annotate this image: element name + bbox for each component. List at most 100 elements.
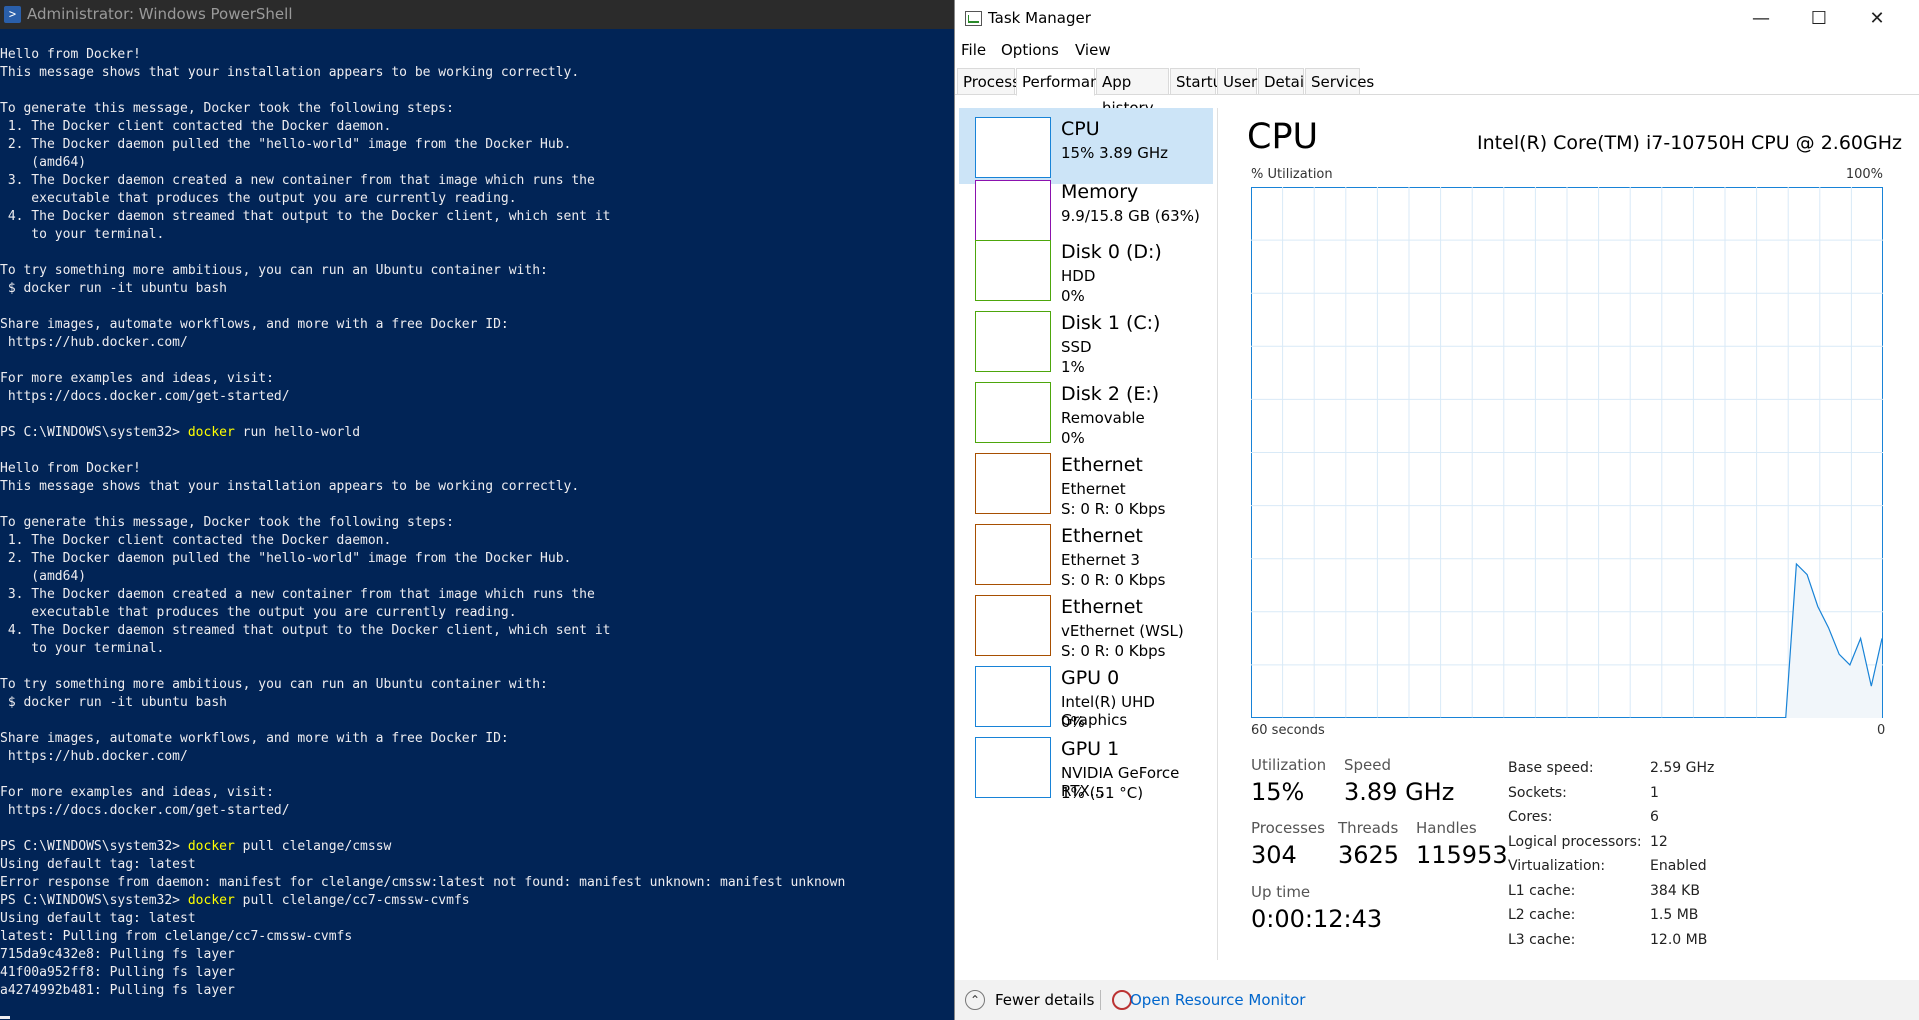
console-line: Using default tag: latest [0, 911, 196, 926]
sidebar-thumbnail-graph [975, 240, 1051, 301]
cpu-detail-value: 384 KB [1650, 882, 1700, 899]
sidebar-item-gpu-1[interactable]: GPU 1 NVIDIA GeForce RTX... 1% (51 °C) [959, 728, 1213, 804]
tab-app-history[interactable]: App history [1096, 68, 1169, 117]
console-line: $ docker run -it ubuntu bash [0, 281, 227, 296]
sidebar-thumbnail-graph [975, 595, 1051, 656]
console-line: Using default tag: latest [0, 857, 196, 872]
powershell-console[interactable]: Hello from Docker! This message shows tha… [0, 46, 954, 1000]
handles-value: 115953 [1416, 841, 1508, 869]
graph-max-label: 100% [1845, 167, 1883, 182]
menu-options[interactable]: Options [1001, 41, 1059, 59]
sidebar-item-title: Ethernet [1061, 525, 1143, 547]
sidebar-item-ethernet[interactable]: Ethernet Ethernet S: 0 R: 0 Kbps [959, 444, 1213, 520]
footer-separator [1100, 990, 1101, 1010]
tab-details[interactable]: Details [1258, 68, 1316, 95]
sidebar-item-title: GPU 0 [1061, 667, 1120, 689]
console-line: Error response from daemon: manifest for… [0, 875, 846, 890]
sidebar-item-detail: 1% (51 °C) [1061, 784, 1144, 802]
cpu-detail-value: 2.59 GHz [1650, 760, 1715, 776]
open-resource-monitor-link[interactable]: Open Resource Monitor [1130, 991, 1305, 1009]
sidebar-item-detail: 15% 3.89 GHz [1061, 144, 1169, 162]
task-manager-footer: ⌃ Fewer details Open Resource Monitor [955, 980, 1919, 1020]
graph-grid [1251, 187, 1883, 718]
uptime-value: 0:00:12:43 [1251, 905, 1383, 933]
sidebar-item-gpu-0[interactable]: GPU 0 Intel(R) UHD Graphics 0% [959, 657, 1213, 733]
console-line: Share images, automate workflows, and mo… [0, 731, 509, 746]
tab-performance[interactable]: Performance [1016, 68, 1117, 96]
sidebar-thumbnail-graph [975, 453, 1051, 514]
tab-users[interactable]: Users [1217, 68, 1265, 95]
cpu-detail-value: 1.5 MB [1650, 907, 1699, 923]
minimize-button[interactable]: — [1732, 0, 1790, 38]
sidebar-item-ethernet[interactable]: Ethernet Ethernet 3 S: 0 R: 0 Kbps [959, 515, 1213, 591]
console-line: To try something more ambitious, you can… [0, 263, 548, 278]
sidebar-item-title: Ethernet [1061, 454, 1143, 476]
utilization-value: 15% [1251, 778, 1305, 806]
graph-x-axis-left: 60 seconds [1251, 723, 1325, 738]
sidebar-item-detail: 9.9/15.8 GB (63%) [1061, 207, 1200, 225]
sidebar-thumbnail-graph [975, 524, 1051, 585]
handles-label: Handles [1416, 819, 1477, 837]
console-line: 41f00a952ff8: Pulling fs layer [0, 965, 235, 980]
console-line: latest: Pulling from clelange/cc7-cmssw-… [0, 929, 353, 944]
resource-sidebar: CPU 15% 3.89 GHz Memory 9.9/15.8 GB (63%) Di… [959, 108, 1213, 960]
threads-value: 3625 [1338, 841, 1400, 869]
processes-value: 304 [1251, 841, 1297, 869]
sidebar-thumbnail-graph [975, 117, 1051, 178]
cpu-detail-value: Enabled [1650, 858, 1707, 874]
console-line: 4. The Docker daemon streamed that outpu… [0, 209, 611, 224]
tab-startup[interactable]: Startup [1170, 68, 1232, 95]
close-button[interactable]: ✕ [1848, 0, 1906, 38]
console-line: PS C:\WINDOWS\system32> docker pull clel… [0, 892, 954, 910]
fewer-details-button[interactable]: Fewer details [995, 991, 1094, 1009]
graph-utilization-label: % Utilization [1251, 167, 1333, 182]
powershell-window[interactable]: > Administrator: Windows PowerShell Hell… [0, 0, 954, 1020]
tab-processes[interactable]: Processes [957, 68, 1037, 95]
sidebar-thumbnail-graph [975, 382, 1051, 443]
console-command-args: run hello-world [234, 425, 361, 440]
menu-view[interactable]: View [1075, 41, 1111, 59]
sidebar-thumbnail-graph [975, 666, 1051, 727]
sidebar-thumbnail-graph [975, 737, 1051, 798]
console-line: For more examples and ideas, visit: [0, 371, 274, 386]
sidebar-item-ethernet[interactable]: Ethernet vEthernet (WSL) S: 0 R: 0 Kbps [959, 586, 1213, 662]
sidebar-item-detail: Ethernet [1061, 480, 1126, 498]
chevron-up-icon[interactable]: ⌃ [965, 990, 985, 1010]
resource-monitor-icon[interactable] [1112, 990, 1132, 1010]
cpu-detail-label: L2 cache: [1508, 907, 1576, 923]
menu-file[interactable]: File [961, 41, 986, 59]
cpu-model-name: Intel(R) Core(TM) i7-10750H CPU @ 2.60GH… [1477, 132, 1902, 154]
sidebar-item-disk-0-d[interactable]: Disk 0 (D:) HDD 0% [959, 231, 1213, 307]
cpu-detail-label: Logical processors: [1508, 833, 1642, 850]
console-line: To try something more ambitious, you can… [0, 677, 548, 692]
cpu-detail-label: Cores: [1508, 809, 1553, 825]
powershell-titlebar[interactable]: > Administrator: Windows PowerShell [0, 0, 954, 29]
tab-services[interactable]: Services [1305, 68, 1374, 95]
processes-label: Processes [1251, 819, 1325, 837]
cpu-detail-label: Base speed: [1508, 760, 1594, 776]
sidebar-item-title: Disk 2 (E:) [1061, 383, 1160, 405]
sidebar-item-detail: SSD [1061, 338, 1092, 356]
console-line: (amd64) [0, 569, 87, 584]
sidebar-item-disk-2-e[interactable]: Disk 2 (E:) Removable 0% [959, 373, 1213, 449]
task-manager-titlebar[interactable]: Task Manager — ☐ ✕ [955, 0, 1919, 38]
task-manager-title: Task Manager [988, 9, 1091, 27]
maximize-button[interactable]: ☐ [1790, 0, 1848, 38]
console-line: Hello from Docker! [0, 47, 141, 62]
utilization-label: Utilization [1251, 756, 1327, 774]
sidebar-item-disk-1-c[interactable]: Disk 1 (C:) SSD 1% [959, 302, 1213, 378]
console-command: docker [187, 425, 235, 440]
task-manager-window[interactable]: Task Manager — ☐ ✕ File Options View Pro… [954, 0, 1919, 1020]
sidebar-item-title: Disk 0 (D:) [1061, 241, 1162, 263]
console-line: https://docs.docker.com/get-started/ [0, 803, 290, 818]
cpu-detail-label: L3 cache: [1508, 931, 1576, 948]
cpu-detail-value: 12.0 MB [1650, 931, 1708, 948]
console-line: 2. The Docker daemon pulled the "hello-w… [0, 137, 572, 152]
sidebar-item-detail: Removable [1061, 409, 1145, 427]
